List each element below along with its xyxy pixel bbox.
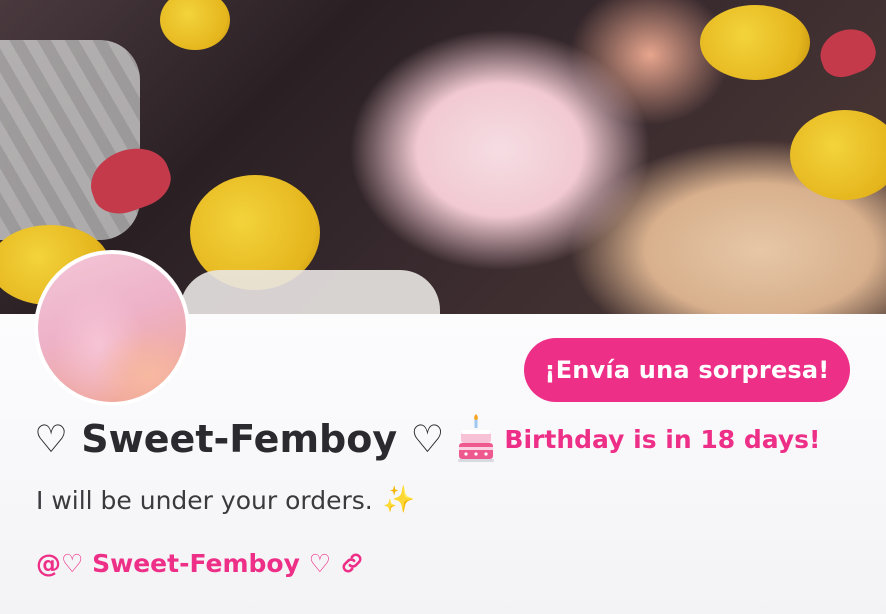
banner-emoji-print (700, 5, 810, 80)
banner-sheet (180, 270, 440, 314)
profile-handle-link[interactable]: @♡ Sweet-Femboy ♡ (36, 549, 331, 578)
birthday-cake-icon (458, 414, 495, 464)
bio-text: I will be under your orders. (36, 485, 373, 515)
profile-handle-row: @♡ Sweet-Femboy ♡ (36, 543, 365, 583)
banner-heart-print (813, 21, 882, 84)
avatar[interactable] (34, 250, 190, 406)
profile-bio: I will be under your orders. ✨ (36, 480, 415, 520)
birthday-countdown: Birthday is in 18 days! (504, 424, 821, 454)
sparkles-icon: ✨ (382, 485, 416, 515)
profile-name-row: ♡ Sweet-Femboy ♡ Birthday is in 18 days! (34, 410, 820, 468)
send-surprise-button[interactable]: ¡Envía una sorpresa! (524, 338, 850, 402)
banner-emoji-print (160, 0, 230, 50)
link-icon[interactable] (339, 550, 365, 576)
display-name: ♡ Sweet-Femboy ♡ (34, 417, 445, 461)
banner-emoji-print (790, 110, 886, 200)
